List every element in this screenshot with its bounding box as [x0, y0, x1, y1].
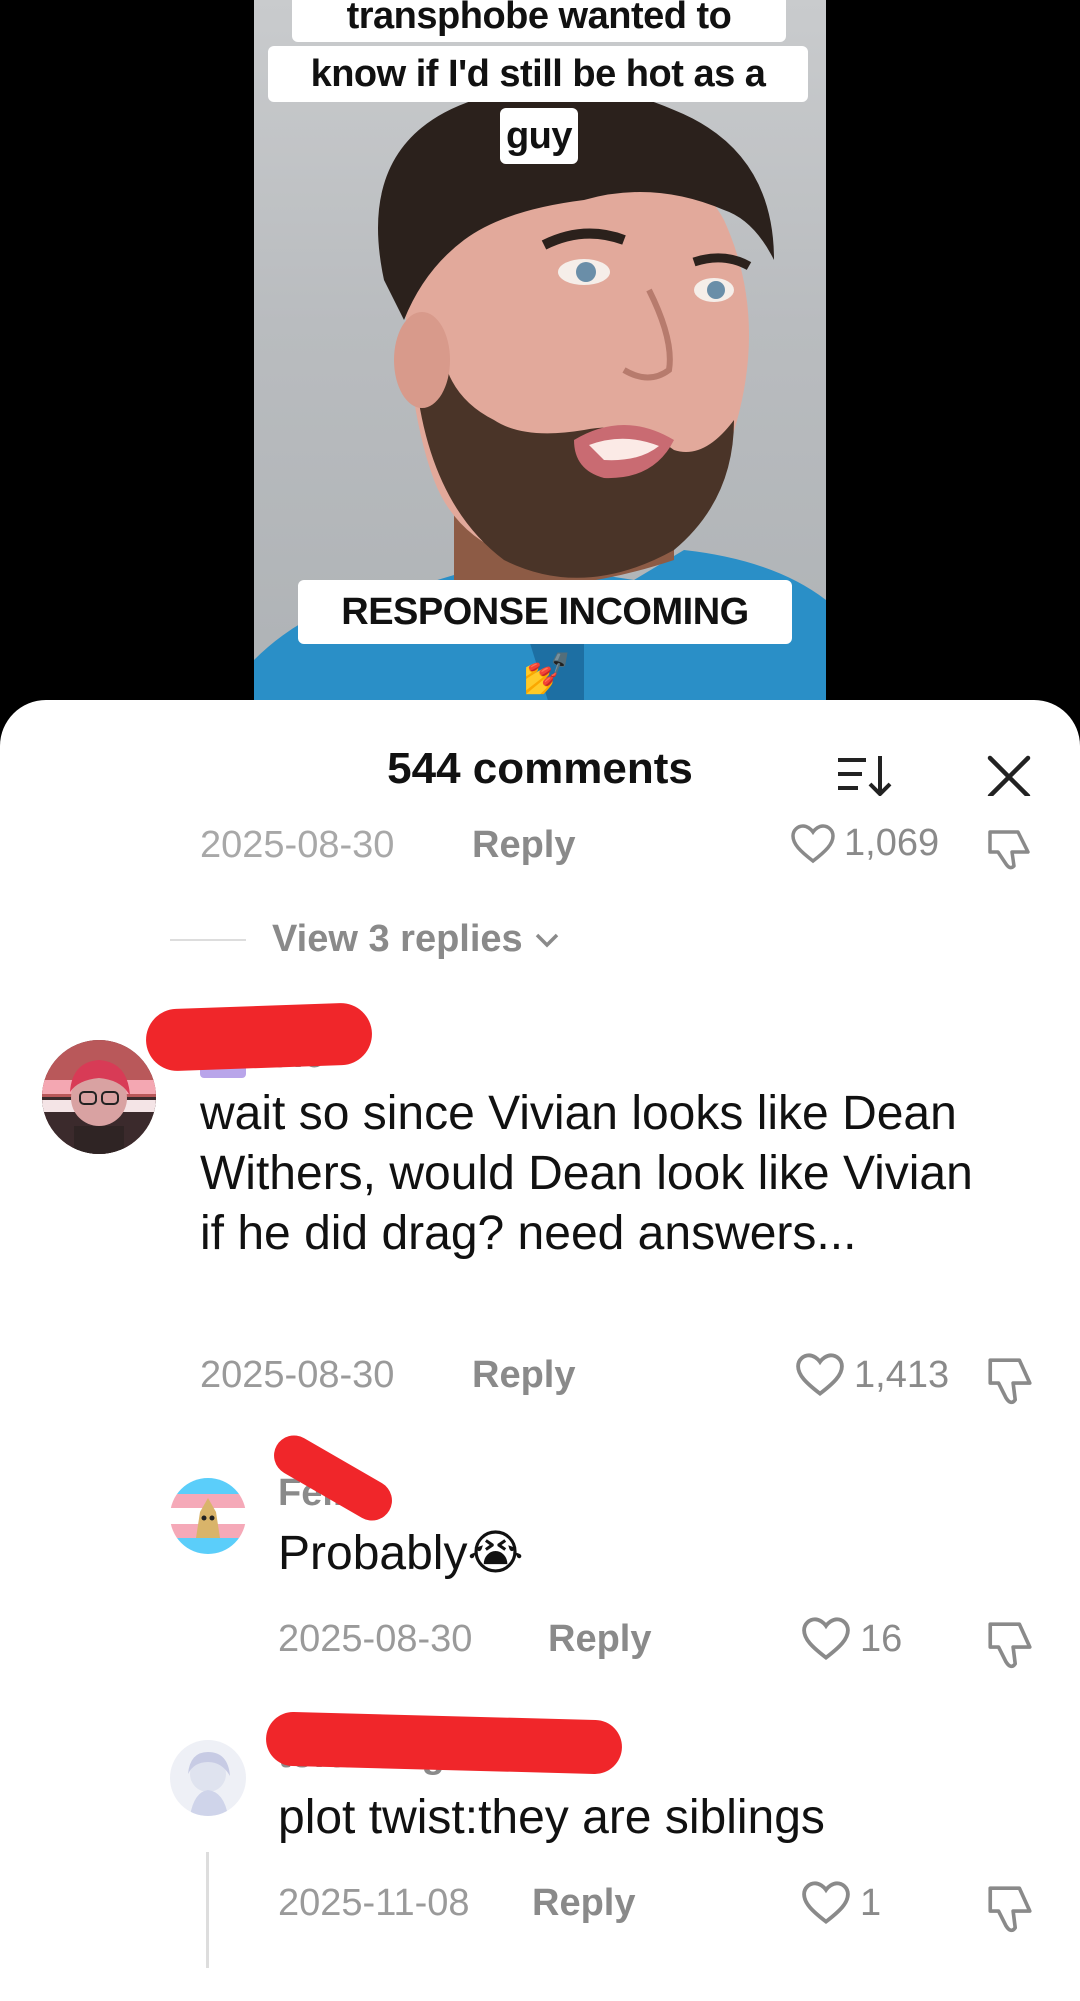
redaction-mark	[265, 1711, 623, 1775]
crying-emoji: 😭	[467, 1527, 524, 1580]
comment-date: 2025-11-08	[278, 1882, 470, 1924]
video-player[interactable]: transphobe wanted to know if I'd still b…	[254, 0, 826, 720]
reply-button[interactable]: Reply	[532, 1882, 635, 1925]
sort-icon[interactable]	[836, 752, 894, 800]
dislike-icon[interactable]	[984, 1884, 1036, 1936]
view-replies-label: View 3 replies	[272, 918, 523, 960]
heart-icon	[796, 1353, 844, 1397]
heart-icon	[802, 1617, 850, 1661]
view-replies-button[interactable]: View 3 replies	[170, 918, 561, 961]
like-count: 1	[860, 1881, 882, 1924]
dislike-icon[interactable]	[984, 1356, 1036, 1408]
reply-button[interactable]: Reply	[548, 1618, 651, 1661]
dislike-icon[interactable]	[984, 1620, 1036, 1672]
comments-count-title: 544 comments	[387, 744, 693, 793]
comment-date: 2025-08-30	[200, 1354, 395, 1396]
thread-line	[206, 1852, 209, 1968]
comment-text: wait so since Vivian looks like Dean Wit…	[200, 1087, 973, 1260]
comment-date: 2025-08-30	[200, 824, 395, 866]
heart-icon	[791, 823, 835, 863]
like-button[interactable]: 1,069	[790, 822, 939, 865]
like-button[interactable]: 16	[800, 1616, 902, 1662]
nail-polish-emoji: 💅	[522, 652, 572, 696]
video-caption-line-2: know if I'd still be hot as a	[268, 46, 808, 102]
comment-date: 2025-08-30	[278, 1618, 473, 1660]
chevron-down-icon	[535, 933, 558, 947]
close-icon[interactable]	[984, 752, 1034, 802]
like-count: 1,413	[854, 1353, 950, 1396]
avatar[interactable]	[42, 1040, 156, 1154]
comment-text: plot twist:they are siblings	[278, 1791, 825, 1844]
like-count: 16	[860, 1617, 903, 1660]
comment-text-content: Probably	[278, 1527, 468, 1580]
reply-button[interactable]: Reply	[472, 824, 575, 867]
like-button[interactable]: 1	[800, 1880, 881, 1926]
comments-sheet: 544 comments 2025-08-30 Reply 1,069 View…	[0, 700, 1080, 2001]
avatar[interactable]	[170, 1478, 246, 1554]
redaction-mark	[144, 1002, 374, 1072]
avatar[interactable]	[170, 1740, 246, 1816]
like-count: 1,069	[844, 822, 940, 864]
divider-line	[170, 938, 246, 941]
comment-text: Probably😭	[278, 1524, 524, 1584]
response-caption: RESPONSE INCOMING	[298, 580, 792, 644]
video-caption-line-3: guy	[500, 108, 578, 164]
reply-button[interactable]: Reply	[472, 1354, 575, 1397]
video-caption-line-1: transphobe wanted to	[292, 0, 786, 42]
heart-icon	[802, 1881, 850, 1925]
dislike-icon[interactable]	[984, 828, 1034, 872]
like-button[interactable]: 1,413	[794, 1352, 949, 1398]
